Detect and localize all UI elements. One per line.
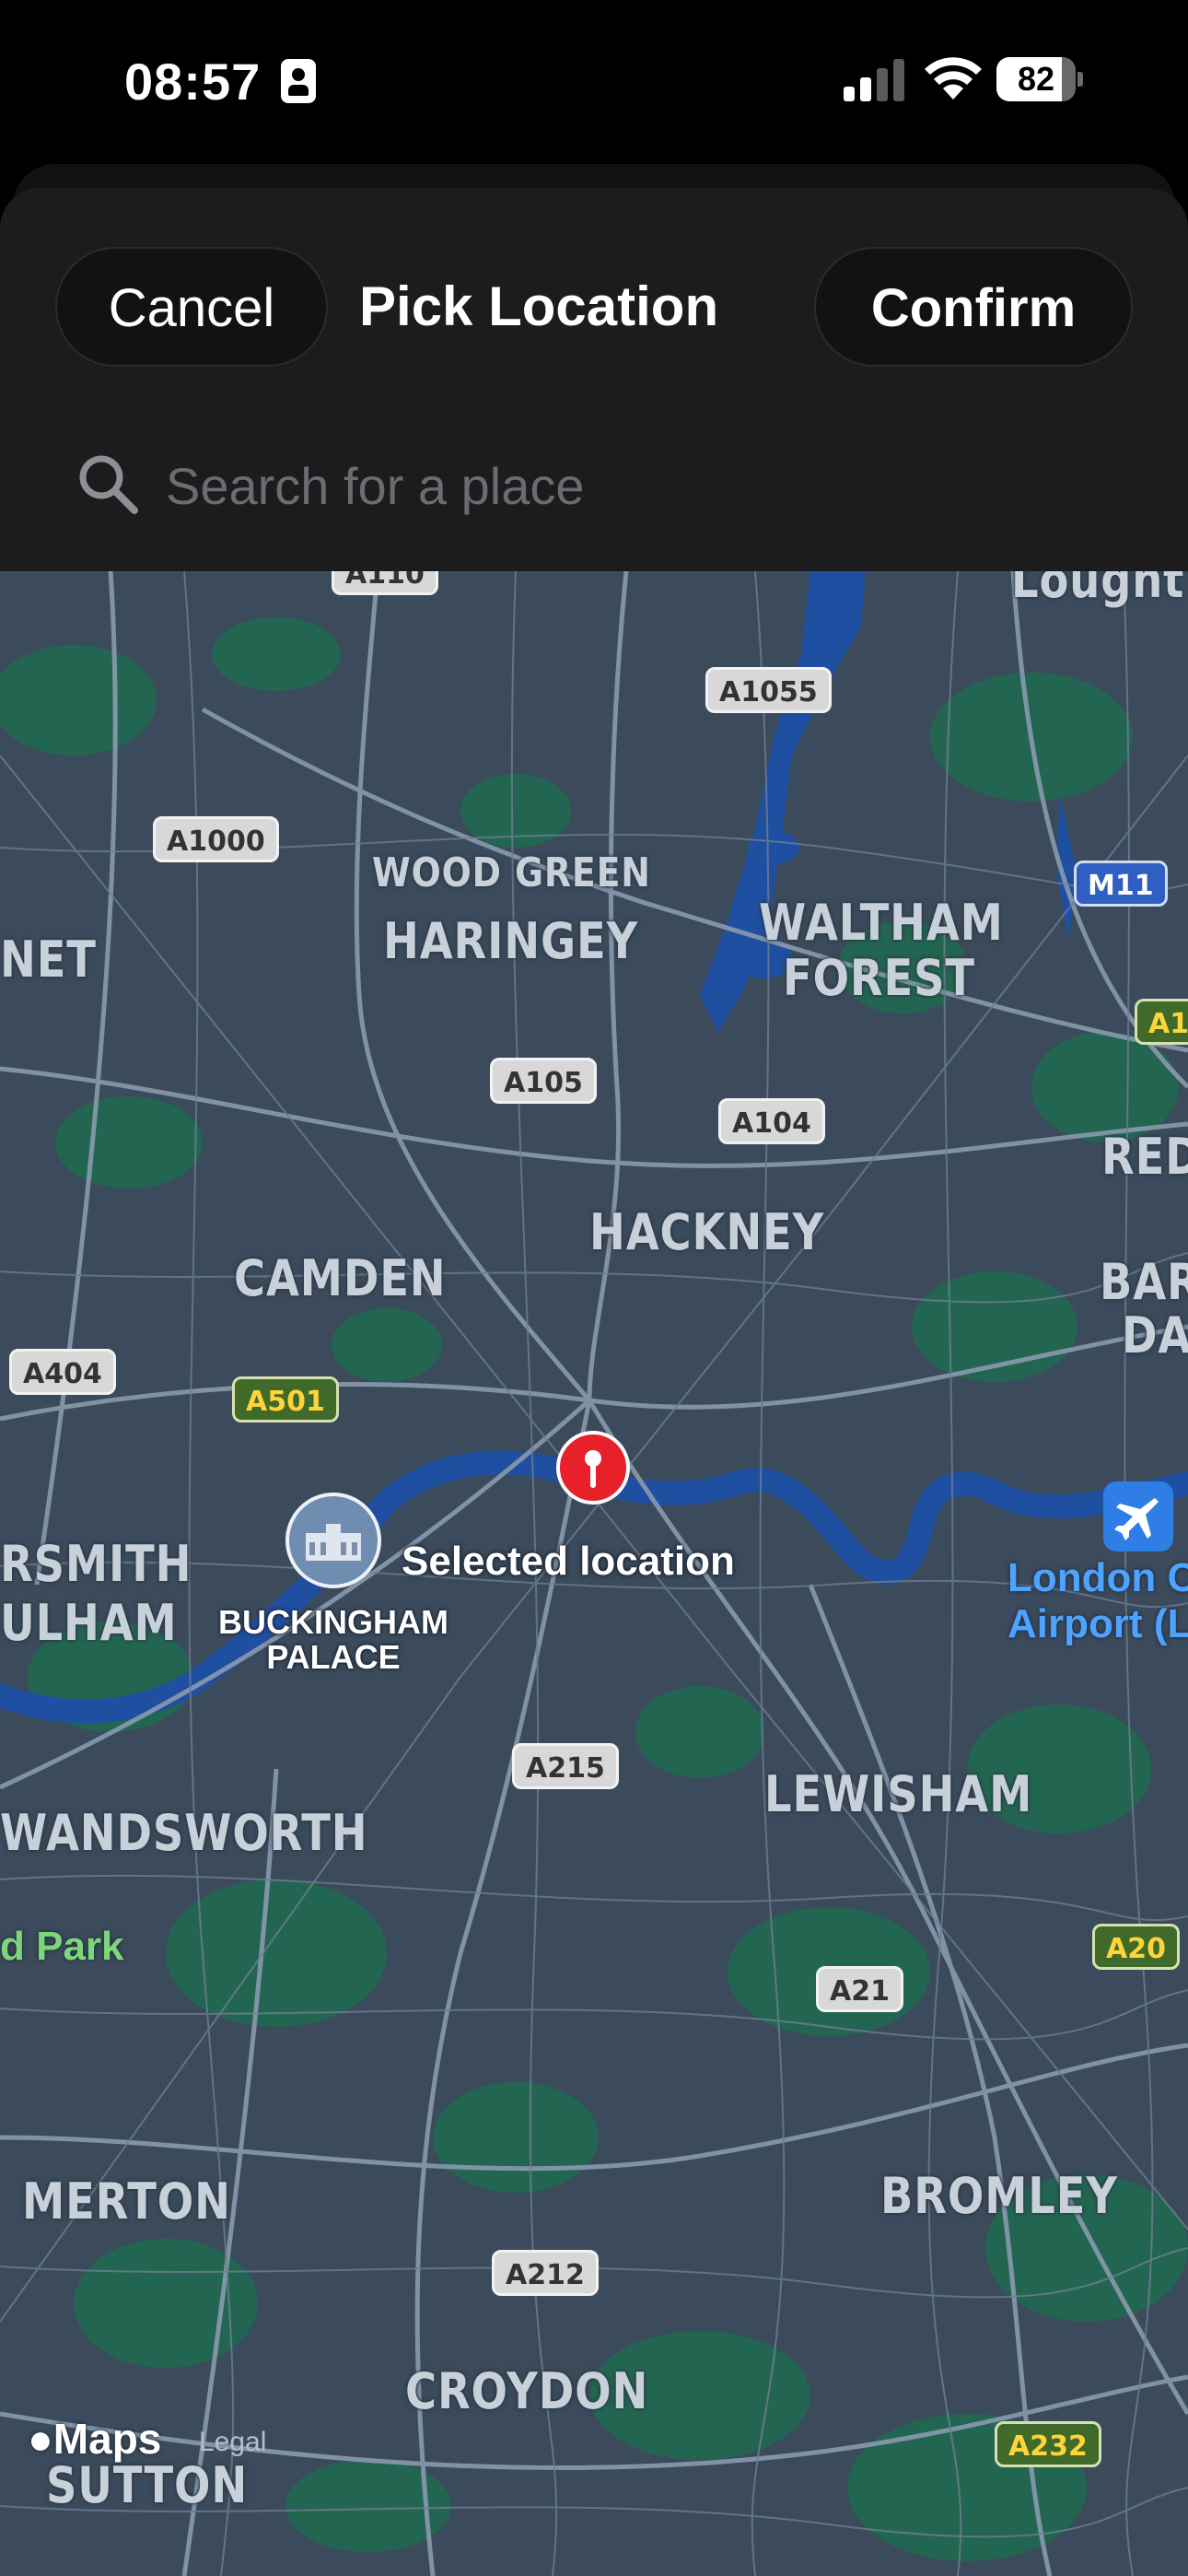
focus-person-icon (281, 59, 316, 103)
area-label-sutton: SUTTON (46, 2456, 249, 2514)
airport-marker[interactable] (1103, 1481, 1173, 1551)
area-label-haringey: HARINGEY (383, 912, 639, 970)
area-label-forest: FOREST (783, 949, 975, 1007)
park-label: d Park (0, 1924, 124, 1969)
status-time: 08:57 (124, 53, 262, 111)
airplane-icon (1114, 1498, 1159, 1540)
area-label-fulham: ULHAM (0, 1594, 178, 1652)
road-shield-a215: A215 (512, 1743, 619, 1789)
airport-label: London C Airport (L (1007, 1555, 1188, 1646)
battery-percentage: 82 (1017, 60, 1055, 98)
apple-maps-logo: ●Maps (28, 2415, 162, 2463)
road-shield-a20: A20 (1092, 1924, 1180, 1970)
confirm-button[interactable]: Confirm (814, 247, 1133, 367)
status-bar: 08:57 82 (0, 0, 1188, 166)
battery-icon: 82 (996, 57, 1085, 101)
area-label-hackney: HACKNEY (589, 1203, 825, 1261)
area-label-wood-green: WOOD GREEN (372, 849, 651, 896)
road-shield-a105: A105 (490, 1058, 597, 1104)
cancel-button[interactable]: Cancel (55, 247, 328, 367)
poi-label-buckingham-palace: BUCKINGHAM PALACE (218, 1603, 448, 1676)
road-shield-m11: M11 (1074, 861, 1168, 907)
road-shield-a212: A212 (492, 2250, 599, 2296)
cellular-signal-icon (844, 59, 904, 101)
area-label-loughton: Lought (1011, 571, 1185, 609)
road-shield-a1055: A1055 (705, 667, 832, 713)
map-view[interactable]: Lought WOOD GREEN HARINGEY WALTHAM FORES… (0, 571, 1188, 2576)
area-label-bromley: BROMLEY (880, 2167, 1118, 2225)
area-label-camden: CAMDEN (234, 1249, 447, 1307)
area-label-barnet: NET (0, 931, 97, 989)
location-pin-icon[interactable] (556, 1431, 630, 1514)
palace-icon (306, 1524, 361, 1561)
area-label-hammersmith: RSMITH (0, 1535, 192, 1593)
road-shield-a1000: A1000 (153, 816, 279, 862)
area-label-redbridge: RED (1101, 1128, 1188, 1186)
apple-logo-icon: ● (28, 2415, 53, 2463)
selected-location-label: Selected location (402, 1539, 735, 1584)
sheet-title: Pick Location (359, 275, 719, 337)
area-label-barking-2: DAG (1122, 1306, 1188, 1364)
area-label-merton: MERTON (22, 2172, 231, 2231)
road-shield-a404: A404 (9, 1349, 116, 1395)
road-shield-a14x: A14 (1135, 999, 1188, 1045)
area-label-croydon: CROYDON (405, 2362, 649, 2420)
legal-link[interactable]: Legal (199, 2427, 266, 2458)
search-input[interactable] (164, 440, 1089, 531)
area-label-lewisham: LEWISHAM (764, 1765, 1033, 1823)
search-icon (79, 455, 138, 514)
area-label-barking-1: BAR (1100, 1253, 1188, 1311)
road-shield-a104: A104 (718, 1098, 825, 1144)
road-shield-a501: A501 (232, 1376, 339, 1423)
road-shield-a110: A110 (332, 571, 438, 595)
area-label-waltham: WALTHAM (759, 894, 1004, 952)
road-shield-a21: A21 (816, 1966, 903, 2012)
area-label-wandsworth: WANDSWORTH (0, 1804, 368, 1862)
wifi-icon (925, 57, 982, 100)
poi-buckingham-palace[interactable] (285, 1493, 381, 1588)
road-shield-a232: A232 (995, 2421, 1101, 2467)
